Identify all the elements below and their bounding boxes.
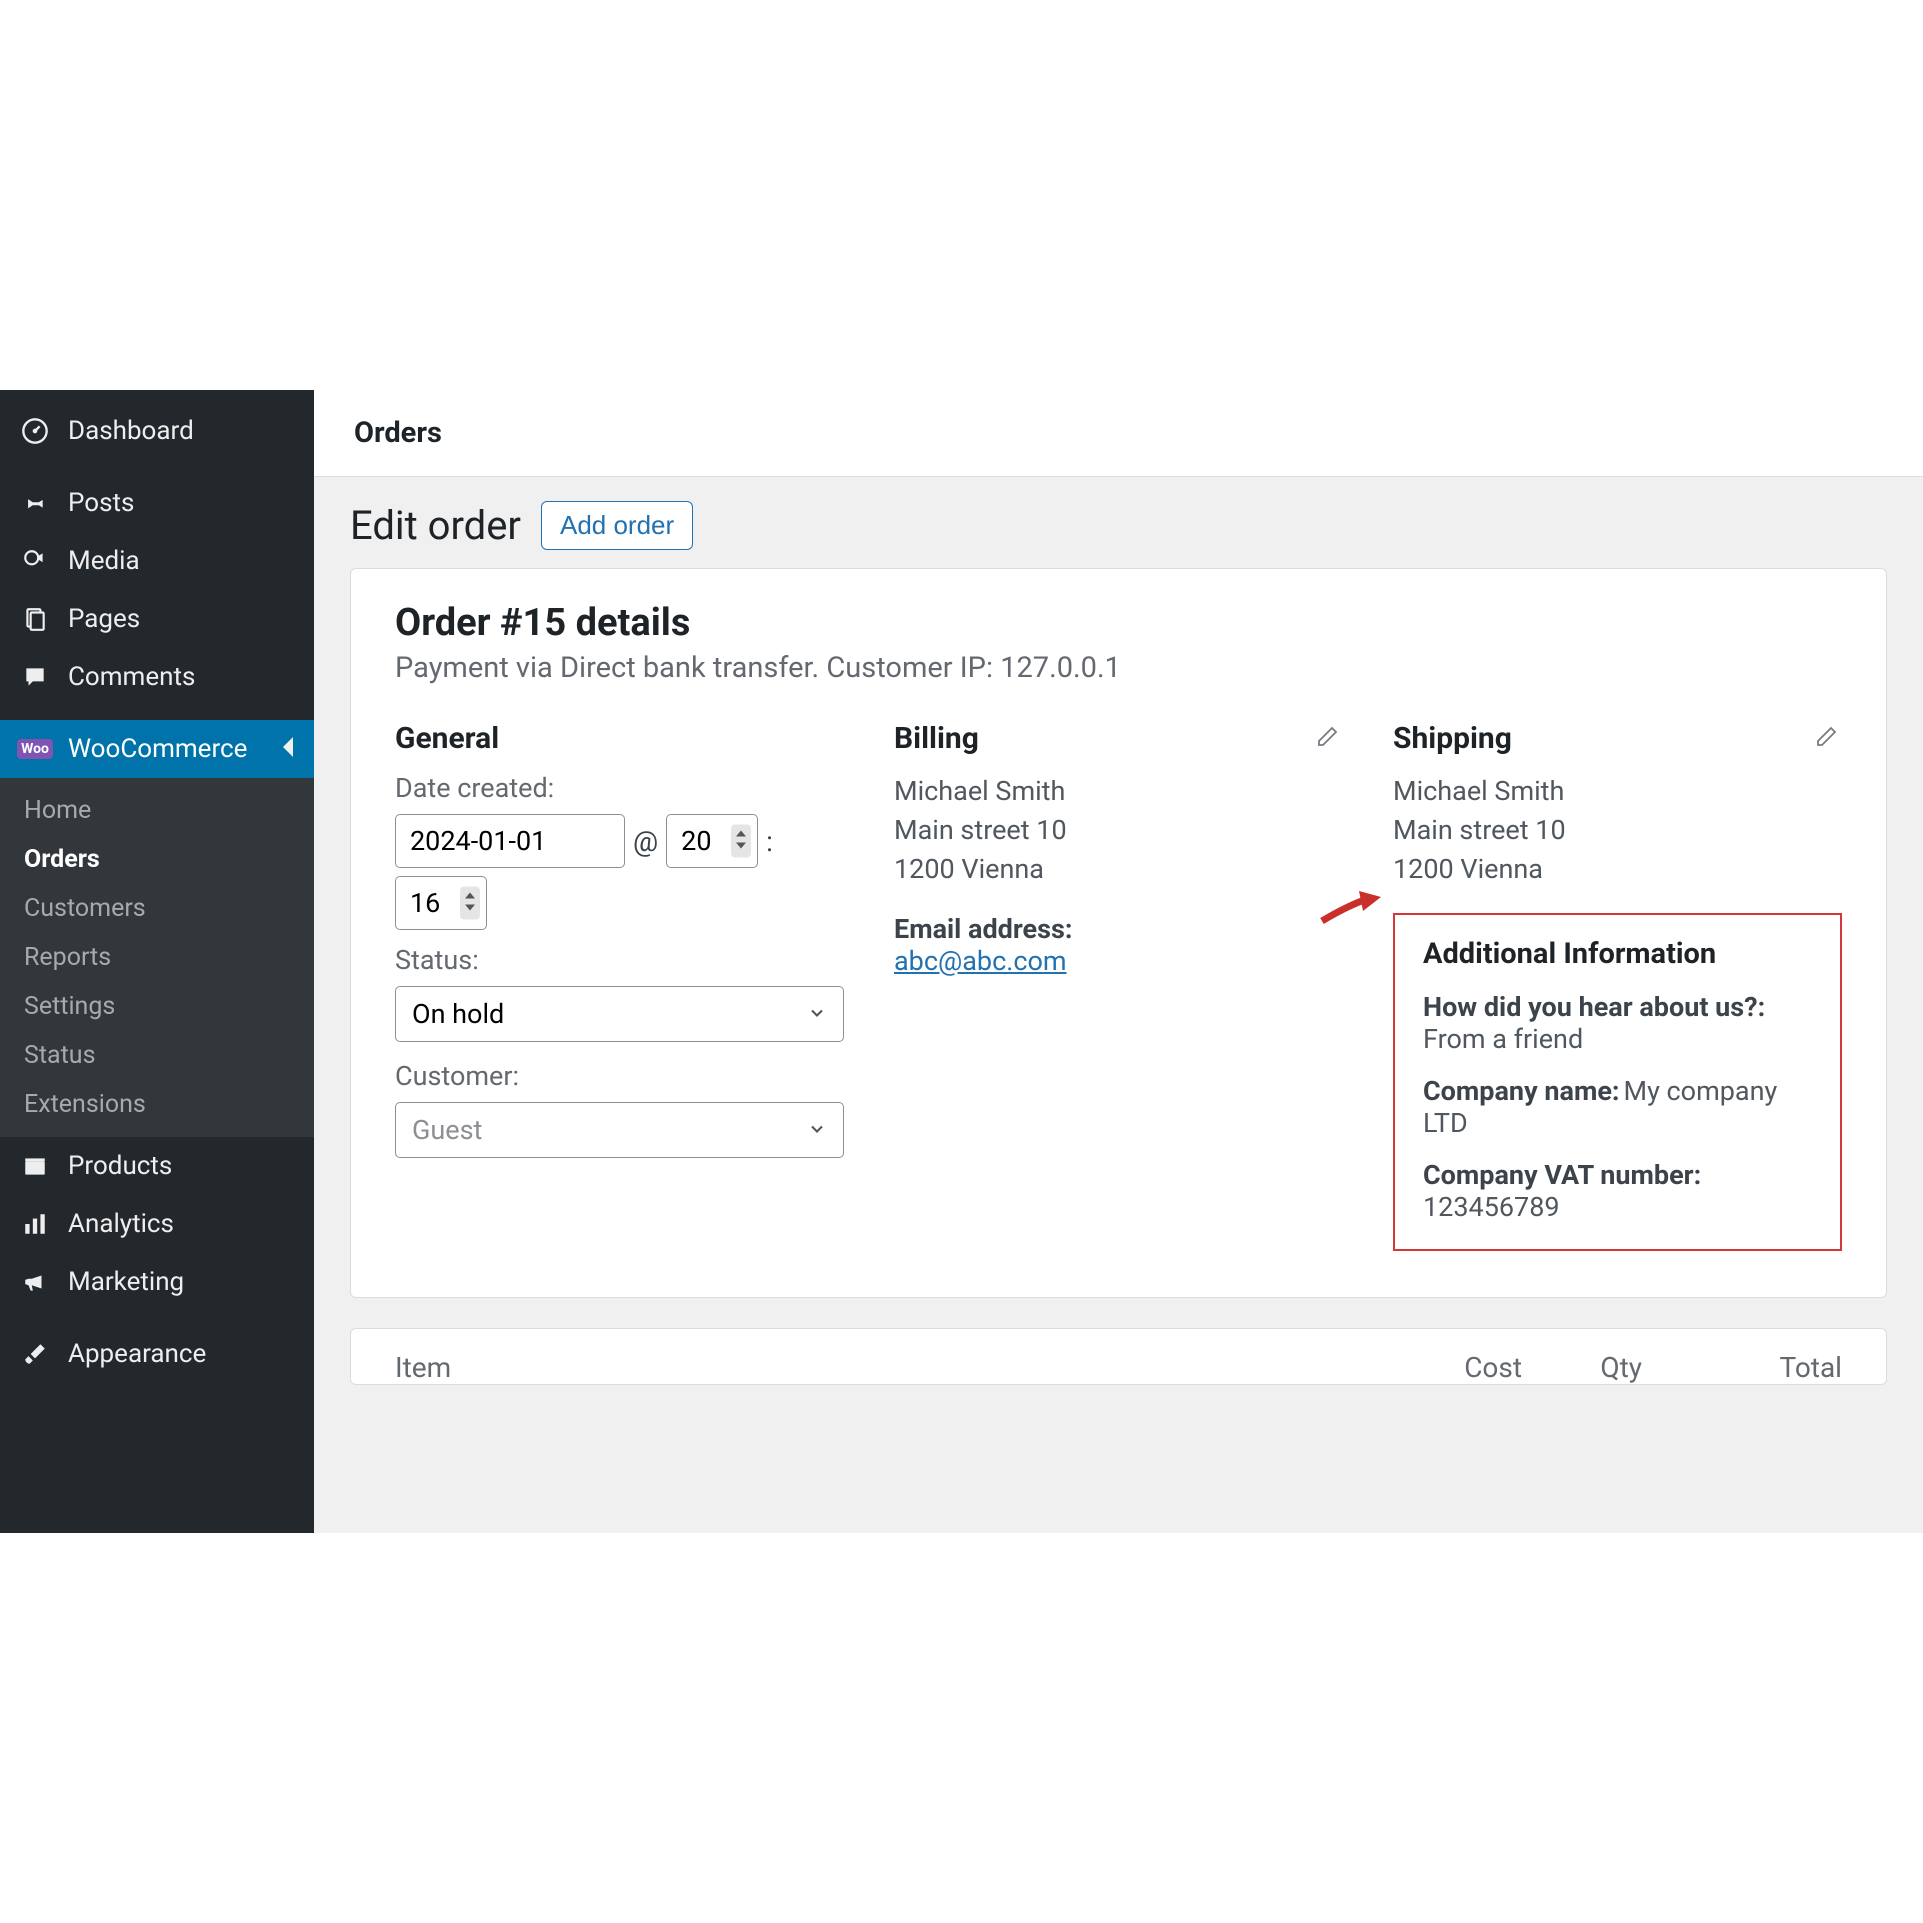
edit-shipping-icon[interactable] — [1814, 725, 1838, 753]
chevron-down-icon — [807, 998, 827, 1030]
sub-item-status[interactable]: Status — [0, 1031, 314, 1080]
order-title: Order #15 details — [395, 601, 1842, 645]
sidebar-item-label: Analytics — [68, 1209, 174, 1239]
sidebar-item-posts[interactable]: Posts — [0, 474, 314, 532]
general-heading: General — [395, 721, 844, 756]
col-cost: Cost — [1402, 1351, 1522, 1384]
billing-column: Billing Michael Smith Main street 10 120… — [894, 721, 1343, 1251]
topbar: Orders — [314, 390, 1923, 477]
sidebar-item-label: Posts — [68, 488, 134, 518]
status-label: Status: — [395, 944, 844, 976]
items-table-header: Item Cost Qty Total — [395, 1351, 1842, 1384]
how-hear-label: How did you hear about us?: — [1423, 991, 1812, 1023]
sidebar-item-analytics[interactable]: Analytics — [0, 1195, 314, 1253]
how-hear-value: From a friend — [1423, 1023, 1812, 1055]
page-heading: Edit order — [350, 502, 521, 549]
sidebar-item-pages[interactable]: Pages — [0, 590, 314, 648]
pages-icon — [20, 604, 50, 634]
customer-label: Customer: — [395, 1060, 844, 1092]
sidebar-item-comments[interactable]: Comments — [0, 648, 314, 706]
megaphone-icon — [20, 1267, 50, 1297]
additional-information-box: Additional Information How did you hear … — [1393, 913, 1842, 1251]
comment-icon — [20, 662, 50, 692]
billing-address: Michael Smith Main street 10 1200 Vienna — [894, 772, 1343, 889]
sub-item-customers[interactable]: Customers — [0, 884, 314, 933]
order-items-panel: Item Cost Qty Total — [350, 1328, 1887, 1385]
sidebar-item-appearance[interactable]: Appearance — [0, 1325, 314, 1383]
analytics-icon — [20, 1209, 50, 1239]
col-item: Item — [395, 1351, 1402, 1384]
sidebar-item-label: Pages — [68, 604, 140, 634]
col-total: Total — [1642, 1351, 1842, 1384]
email-address-label: Email address: — [894, 913, 1343, 945]
brush-icon — [20, 1339, 50, 1369]
col-qty: Qty — [1522, 1351, 1642, 1384]
chevron-down-icon — [807, 1114, 827, 1146]
sidebar-item-label: Comments — [68, 662, 195, 692]
status-select[interactable]: On hold — [395, 986, 844, 1042]
caret-left-icon — [282, 734, 294, 764]
sidebar-item-label: Dashboard — [68, 416, 194, 446]
sidebar-item-label: WooCommerce — [68, 734, 247, 764]
sidebar-item-label: Media — [68, 546, 140, 576]
woocommerce-submenu: Home Orders Customers Reports Settings S… — [0, 778, 314, 1137]
sidebar-item-woocommerce[interactable]: Woo WooCommerce — [0, 720, 314, 778]
dashboard-icon — [20, 416, 50, 446]
customer-select[interactable]: Guest — [395, 1102, 844, 1158]
sub-item-extensions[interactable]: Extensions — [0, 1080, 314, 1129]
billing-heading: Billing — [894, 721, 1343, 756]
edit-billing-icon[interactable] — [1315, 725, 1339, 753]
order-subtitle: Payment via Direct bank transfer. Custom… — [395, 651, 1842, 685]
pin-icon — [20, 488, 50, 518]
sidebar-item-media[interactable]: Media — [0, 532, 314, 590]
products-icon — [20, 1151, 50, 1181]
number-spinner-icon[interactable] — [460, 887, 480, 920]
sub-item-home[interactable]: Home — [0, 786, 314, 835]
sub-item-orders[interactable]: Orders — [0, 835, 314, 884]
order-details-panel: Order #15 details Payment via Direct ban… — [350, 568, 1887, 1298]
sidebar-item-label: Marketing — [68, 1267, 184, 1297]
company-vat-value: 123456789 — [1423, 1191, 1812, 1223]
woo-icon: Woo — [20, 734, 50, 764]
date-input[interactable]: 2024-01-01 — [395, 814, 625, 868]
company-name-label: Company name: — [1423, 1075, 1620, 1107]
sidebar-item-label: Appearance — [68, 1339, 206, 1369]
colon-symbol: : — [766, 825, 773, 858]
sidebar-item-marketing[interactable]: Marketing — [0, 1253, 314, 1311]
billing-email-link[interactable]: abc@abc.com — [894, 945, 1067, 977]
sub-item-settings[interactable]: Settings — [0, 982, 314, 1031]
topbar-title: Orders — [354, 416, 442, 450]
general-column: General Date created: 2024-01-01 @ 20 — [395, 721, 844, 1251]
minute-input[interactable]: 16 — [395, 876, 487, 930]
date-created-label: Date created: — [395, 772, 844, 804]
shipping-heading: Shipping — [1393, 721, 1842, 756]
add-order-button[interactable]: Add order — [541, 501, 693, 550]
media-icon — [20, 546, 50, 576]
annotation-arrow-icon — [1317, 881, 1387, 935]
admin-sidebar: Dashboard Posts Media Pages Comments — [0, 390, 314, 1533]
shipping-column: Shipping Michael Smith Main street 10 12… — [1393, 721, 1842, 1251]
sidebar-item-dashboard[interactable]: Dashboard — [0, 402, 314, 460]
additional-info-heading: Additional Information — [1423, 937, 1812, 971]
number-spinner-icon[interactable] — [731, 825, 751, 858]
sidebar-item-label: Products — [68, 1151, 172, 1181]
company-vat-label: Company VAT number: — [1423, 1159, 1812, 1191]
sub-item-reports[interactable]: Reports — [0, 933, 314, 982]
shipping-address: Michael Smith Main street 10 1200 Vienna — [1393, 772, 1842, 889]
sidebar-item-products[interactable]: Products — [0, 1137, 314, 1195]
hour-input[interactable]: 20 — [666, 814, 758, 868]
at-symbol: @ — [633, 825, 658, 858]
